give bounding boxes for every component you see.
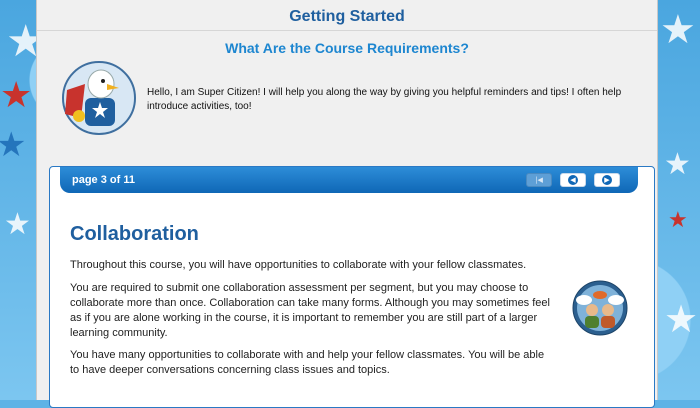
paragraph: Throughout this course, you will have op…	[70, 259, 527, 271]
next-page-button[interactable]: ▶	[594, 173, 620, 187]
star-decoration-icon: ★	[664, 147, 691, 182]
previous-page-button[interactable]: ◀	[560, 173, 586, 187]
paragraph: You have many opportunities to collabora…	[70, 349, 545, 376]
section-heading: Collaboration	[70, 223, 199, 245]
star-decoration-icon: ★	[0, 75, 33, 116]
next-page-icon: ▶	[602, 175, 612, 185]
star-decoration-icon: ★	[664, 297, 699, 341]
star-decoration-icon: ★	[660, 7, 696, 53]
page-subtitle: What Are the Course Requirements?	[225, 40, 469, 56]
main-panel: Getting Started What Are the Course Requ…	[36, 0, 658, 408]
first-page-button[interactable]: |◀	[526, 173, 552, 187]
title-divider	[37, 30, 657, 31]
star-decoration-icon: ★	[4, 207, 31, 242]
paragraph: You are required to submit one collabora…	[70, 282, 550, 339]
super-citizen-mascot-icon	[62, 61, 136, 135]
star-decoration-icon: ★	[0, 125, 27, 165]
lesson-content-card: page 3 of 11 |◀ ◀ ▶ Collaboration Throug…	[49, 166, 655, 408]
mascot-intro-text: Hello, I am Super Citizen! I will help y…	[147, 87, 622, 112]
page-indicator: page 3 of 11	[72, 174, 135, 186]
pager-bar: page 3 of 11 |◀ ◀ ▶	[60, 167, 638, 193]
previous-page-icon: ◀	[568, 175, 578, 185]
first-page-icon: |◀	[535, 176, 543, 184]
page-title: Getting Started	[289, 8, 405, 25]
star-decoration-icon: ★	[668, 208, 688, 233]
collaboration-people-icon	[572, 280, 628, 336]
